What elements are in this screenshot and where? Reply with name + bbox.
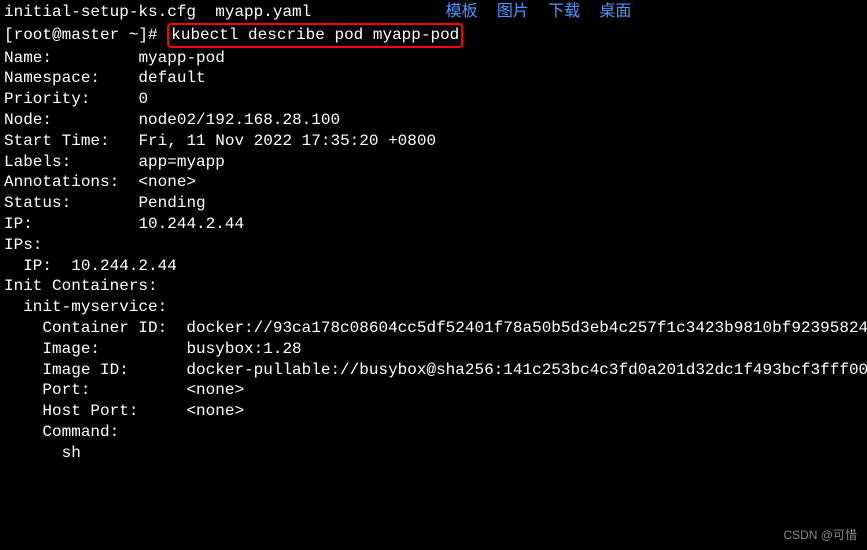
priority-label: Priority:	[4, 90, 90, 108]
field-starttime: Start Time: Fri, 11 Nov 2022 17:35:20 +0…	[4, 131, 863, 152]
hostport-label: Host Port:	[4, 402, 138, 420]
link-template[interactable]: 模板	[446, 3, 478, 21]
field-priority: Priority: 0	[4, 89, 863, 110]
field-namespace: Namespace: default	[4, 68, 863, 89]
field-labels: Labels: app=myapp	[4, 152, 863, 173]
field-ip: IP: 10.244.2.44	[4, 214, 863, 235]
link-download[interactable]: 下载	[548, 3, 580, 21]
ip-label: IP:	[4, 215, 33, 233]
name-label: Name:	[4, 49, 52, 67]
field-annotations: Annotations: <none>	[4, 172, 863, 193]
field-image: Image: busybox:1.28	[4, 339, 863, 360]
status-value: Pending	[138, 194, 205, 212]
status-label: Status:	[4, 194, 71, 212]
name-value: myapp-pod	[138, 49, 224, 67]
ips-label: IPs:	[4, 236, 42, 254]
init-myservice: init-myservice:	[4, 297, 863, 318]
node-label: Node:	[4, 111, 52, 129]
field-ips-sub: IP: 10.244.2.44	[4, 256, 863, 277]
annotations-label: Annotations:	[4, 173, 119, 191]
namespace-label: Namespace:	[4, 69, 100, 87]
starttime-value: Fri, 11 Nov 2022 17:35:20 +0800	[138, 132, 436, 150]
namespace-value: default	[138, 69, 205, 87]
watermark: CSDN @可惜	[783, 528, 857, 544]
ip-value: 10.244.2.44	[138, 215, 244, 233]
file2: myapp.yaml	[215, 3, 311, 21]
starttime-label: Start Time:	[4, 132, 110, 150]
file1: initial-setup-ks.cfg	[4, 3, 196, 21]
field-ips: IPs:	[4, 235, 863, 256]
field-port: Port: <none>	[4, 380, 863, 401]
prompt-line: [root@master ~]# kubectl describe pod my…	[4, 23, 863, 48]
field-initcontainers: Init Containers:	[4, 276, 863, 297]
image-value: busybox:1.28	[186, 340, 301, 358]
field-status: Status: Pending	[4, 193, 863, 214]
top-line: initial-setup-ks.cfg myapp.yaml 模板 图片 下载…	[4, 2, 863, 23]
shell-prompt: [root@master ~]#	[4, 26, 167, 44]
image-label: Image:	[4, 340, 100, 358]
priority-value: 0	[138, 90, 148, 108]
field-command: Command:	[4, 422, 863, 443]
hostport-value: <none>	[186, 402, 244, 420]
command-highlight: kubectl describe pod myapp-pod	[167, 23, 463, 48]
link-desktop[interactable]: 桌面	[599, 3, 631, 21]
field-hostport: Host Port: <none>	[4, 401, 863, 422]
field-name: Name: myapp-pod	[4, 48, 863, 69]
command-text[interactable]: kubectl describe pod myapp-pod	[171, 26, 459, 44]
field-node: Node: node02/192.168.28.100	[4, 110, 863, 131]
labels-value: app=myapp	[138, 153, 224, 171]
annotations-value: <none>	[138, 173, 196, 191]
labels-label: Labels:	[4, 153, 71, 171]
field-imageid: Image ID: docker-pullable://busybox@sha2…	[4, 360, 863, 381]
port-value: <none>	[186, 381, 244, 399]
port-label: Port:	[4, 381, 90, 399]
link-image[interactable]: 图片	[497, 3, 529, 21]
container-id: Container ID: docker://93ca178c08604cc5d…	[4, 318, 863, 339]
node-value: node02/192.168.28.100	[138, 111, 340, 129]
command-sh: sh	[4, 443, 863, 464]
